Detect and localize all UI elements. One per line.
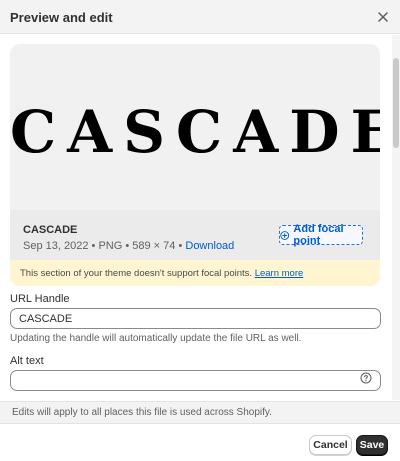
- meta-separator: •: [178, 240, 183, 252]
- usage-note: Edits will apply to all places this file…: [0, 401, 400, 424]
- modal-header: Preview and edit: [0, 0, 400, 34]
- alt-text-input[interactable]: [10, 370, 381, 391]
- url-handle-label: URL Handle: [10, 293, 70, 305]
- modal-title: Preview and edit: [10, 10, 113, 25]
- alt-text-label: Alt text: [10, 355, 44, 367]
- file-preview-card: CASCADE CASCADE Sep 13, 2022 • PNG • 589…: [10, 44, 380, 286]
- meta-separator: •: [125, 240, 130, 252]
- focal-point-banner: This section of your theme doesn't suppo…: [10, 260, 380, 286]
- cancel-button[interactable]: Cancel: [309, 435, 352, 455]
- learn-more-link[interactable]: Learn more: [255, 268, 304, 279]
- close-icon[interactable]: [374, 8, 392, 26]
- url-handle-input[interactable]: [10, 308, 381, 329]
- preview-edit-modal: Preview and edit CASCADE CASCADE Sep 13,…: [0, 0, 400, 461]
- meta-separator: •: [91, 240, 96, 252]
- plus-circle-icon: [280, 230, 290, 240]
- file-name: CASCADE: [23, 224, 78, 236]
- banner-message: This section of your theme doesn't suppo…: [20, 268, 253, 279]
- banner-text: This section of your theme doesn't suppo…: [20, 268, 303, 279]
- download-link[interactable]: Download: [185, 240, 234, 252]
- file-dimensions: 589 × 74: [132, 240, 176, 252]
- add-focal-point-label: Add focal point: [293, 223, 344, 247]
- question-circle-icon[interactable]: [360, 372, 372, 384]
- file-format: PNG: [98, 240, 123, 252]
- file-info: CASCADE Sep 13, 2022 • PNG • 589 × 74 • …: [10, 210, 380, 260]
- url-handle-help: Updating the handle will automatically u…: [10, 333, 302, 344]
- save-button[interactable]: Save: [356, 435, 388, 455]
- modal-body[interactable]: CASCADE CASCADE Sep 13, 2022 • PNG • 589…: [0, 34, 400, 401]
- scrollbar-thumb[interactable]: [393, 58, 399, 148]
- modal-footer: Cancel Save: [0, 424, 400, 461]
- image-preview[interactable]: CASCADE: [10, 44, 380, 210]
- add-focal-point-button[interactable]: Add focal point: [279, 223, 363, 247]
- usage-note-text: Edits will apply to all places this file…: [12, 407, 272, 418]
- preview-image-text: CASCADE: [10, 98, 380, 166]
- file-date: Sep 13, 2022: [23, 240, 89, 252]
- file-meta: Sep 13, 2022 • PNG • 589 × 74 • Download: [23, 240, 234, 252]
